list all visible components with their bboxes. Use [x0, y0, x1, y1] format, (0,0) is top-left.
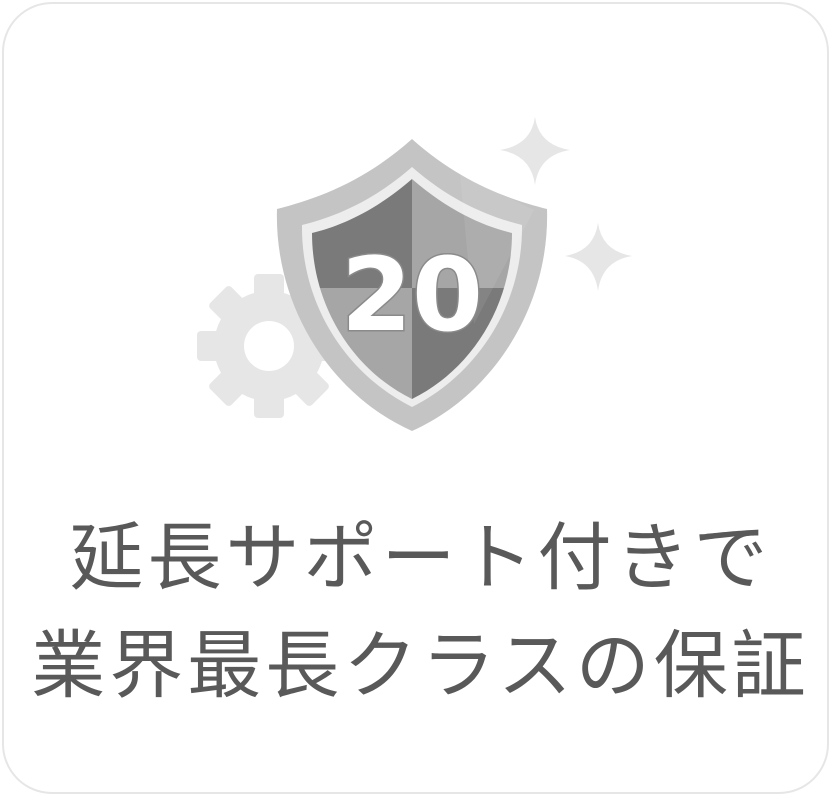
warranty-badge-illustration: 20	[197, 117, 632, 431]
warranty-card: 20 延長サポート付きで 業界最長クラスの保証	[2, 2, 829, 794]
badge-number: 20	[341, 236, 483, 355]
sparkle-icon	[500, 117, 570, 185]
caption-line-2: 業界最長クラスの保証	[31, 623, 810, 709]
caption-line-1: 延長サポート付きで	[69, 515, 772, 601]
caption: 延長サポート付きで 業界最長クラスの保証	[4, 504, 833, 720]
sparkle-icon	[565, 223, 632, 291]
